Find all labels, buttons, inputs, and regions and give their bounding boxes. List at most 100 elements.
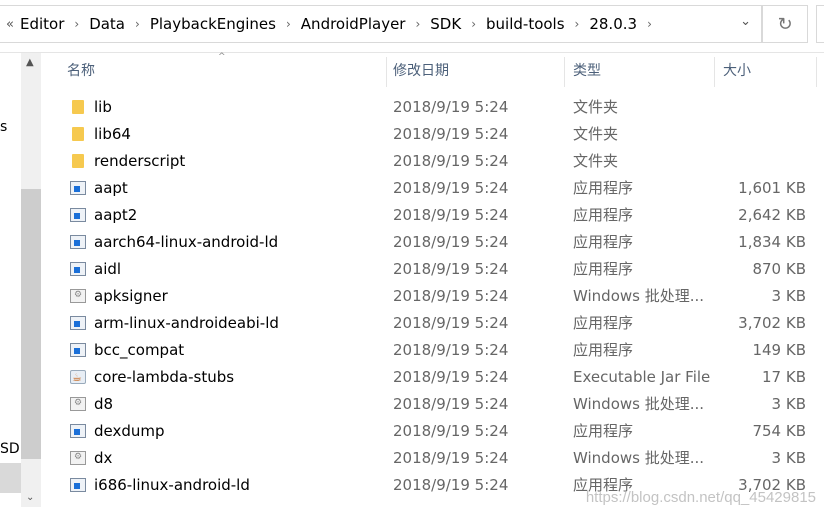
file-row[interactable]: lib 2018/9/19 5:24 文件夹 [43, 94, 824, 121]
file-size: 870 KB [752, 260, 806, 278]
overflow-chevron[interactable]: « [6, 17, 14, 32]
file-name: dx [94, 449, 113, 467]
file-name: core-lambda-stubs [94, 368, 235, 386]
folder-icon [72, 127, 84, 141]
refresh-button[interactable]: ↻ [762, 5, 808, 43]
file-name: bcc_compat [94, 341, 185, 359]
file-row[interactable]: d8 2018/9/19 5:24 Windows 批处理... 3 KB [43, 390, 824, 418]
breadcrumb-item[interactable]: build-tools [486, 15, 565, 33]
column-type[interactable]: 类型 [565, 57, 715, 87]
file-date: 2018/9/19 5:24 [393, 449, 509, 467]
file-size: 3 KB [771, 449, 806, 467]
breadcrumb-item[interactable]: AndroidPlayer [301, 15, 406, 33]
scrollbar-thumb[interactable] [21, 189, 41, 459]
file-row[interactable]: dexdump 2018/9/19 5:24 应用程序 754 KB [43, 418, 824, 445]
chevron-right-icon[interactable]: › [575, 17, 580, 31]
file-date: 2018/9/19 5:24 [393, 368, 509, 386]
file-name: aidl [94, 260, 122, 278]
file-name: d8 [94, 395, 114, 413]
file-size: 754 KB [752, 422, 806, 440]
chevron-right-icon[interactable]: › [415, 17, 420, 31]
file-type: 应用程序 [573, 179, 634, 197]
column-header: 名称 修改日期 类型 大小 [43, 57, 824, 87]
breadcrumb-item[interactable]: Data [89, 15, 125, 33]
file-row[interactable]: aapt 2018/9/19 5:24 应用程序 1,601 KB [43, 175, 824, 202]
file-type: Executable Jar File [573, 368, 711, 386]
file-type: Windows 批处理... [573, 449, 705, 467]
application-icon [70, 235, 86, 249]
file-row[interactable]: core-lambda-stubs 2018/9/19 5:24 Executa… [43, 364, 824, 391]
file-size: 3 KB [771, 287, 806, 305]
file-name: arm-linux-androideabi-ld [94, 314, 279, 332]
chevron-right-icon[interactable]: › [135, 17, 140, 31]
file-date: 2018/9/19 5:24 [393, 233, 509, 251]
chevron-right-icon[interactable]: › [647, 17, 652, 31]
file-name: lib64 [94, 125, 131, 143]
file-row[interactable]: aarch64-linux-android-ld 2018/9/19 5:24 … [43, 229, 824, 256]
file-row[interactable]: apksigner 2018/9/19 5:24 Windows 批处理... … [43, 282, 824, 310]
file-name: dexdump [94, 422, 165, 440]
file-type: 应用程序 [573, 206, 634, 224]
breadcrumb-item[interactable]: PlaybackEngines [150, 15, 276, 33]
search-box-edge[interactable] [816, 5, 824, 43]
file-type: Windows 批处理... [573, 287, 705, 305]
breadcrumb-item[interactable]: SDK [430, 15, 461, 33]
application-icon [70, 424, 86, 438]
jar-file-icon [70, 364, 86, 391]
nav-scrollbar[interactable]: ▲ ⌄ [21, 53, 41, 507]
file-name: aapt2 [94, 206, 138, 224]
application-icon [70, 343, 86, 357]
application-icon [70, 181, 86, 195]
file-type: 文件夹 [573, 125, 619, 143]
column-name[interactable]: 名称 [59, 57, 387, 87]
file-type: 文件夹 [573, 152, 619, 170]
file-row[interactable]: bcc_compat 2018/9/19 5:24 应用程序 149 KB [43, 337, 824, 364]
file-row[interactable]: aidl 2018/9/19 5:24 应用程序 870 KB [43, 256, 824, 283]
file-name: lib [94, 98, 112, 116]
chevron-down-icon[interactable]: ⌄ [740, 14, 751, 29]
file-row[interactable]: arm-linux-androideabi-ld 2018/9/19 5:24 … [43, 310, 824, 337]
file-row[interactable]: aapt2 2018/9/19 5:24 应用程序 2,642 KB [43, 202, 824, 229]
file-size: 149 KB [752, 341, 806, 359]
column-size[interactable]: 大小 [715, 57, 817, 87]
file-date: 2018/9/19 5:24 [393, 152, 509, 170]
file-size: 3,702 KB [738, 314, 806, 332]
scroll-up-icon[interactable]: ▲ [26, 57, 34, 68]
file-size: 3 KB [771, 395, 806, 413]
application-icon [70, 316, 86, 330]
column-date[interactable]: 修改日期 [385, 57, 565, 87]
file-row[interactable]: dx 2018/9/19 5:24 Windows 批处理... 3 KB [43, 444, 824, 472]
address-bar[interactable]: « Editor › Data › PlaybackEngines › AndroidPla… [0, 5, 762, 43]
nav-item-partial[interactable]: s [0, 119, 7, 135]
folder-icon [72, 100, 84, 114]
file-name: i686-linux-android-ld [94, 476, 250, 494]
file-row[interactable]: lib64 2018/9/19 5:24 文件夹 [43, 121, 824, 148]
file-name: aapt [94, 179, 128, 197]
file-date: 2018/9/19 5:24 [393, 179, 509, 197]
nav-item-selected[interactable] [0, 463, 21, 493]
file-name: aarch64-linux-android-ld [94, 233, 279, 251]
breadcrumb-item[interactable]: Editor [20, 15, 64, 33]
chevron-right-icon[interactable]: › [286, 17, 291, 31]
file-date: 2018/9/19 5:24 [393, 341, 509, 359]
file-type: 应用程序 [573, 341, 634, 359]
file-type: 应用程序 [573, 314, 634, 332]
breadcrumb-item[interactable]: 28.0.3 [589, 15, 637, 33]
scroll-down-icon[interactable]: ⌄ [26, 492, 34, 503]
batch-file-icon [70, 444, 86, 471]
refresh-icon: ↻ [777, 13, 793, 35]
file-size: 1,601 KB [738, 179, 806, 197]
file-date: 2018/9/19 5:24 [393, 260, 509, 278]
watermark: https://blog.csdn.net/qq_45429815 [585, 489, 816, 506]
file-type: 应用程序 [573, 260, 634, 278]
file-date: 2018/9/19 5:24 [393, 98, 509, 116]
file-size: 1,834 KB [738, 233, 806, 251]
file-size: 17 KB [762, 368, 806, 386]
chevron-right-icon[interactable]: › [471, 17, 476, 31]
file-name: renderscript [94, 152, 186, 170]
file-row[interactable]: renderscript 2018/9/19 5:24 文件夹 [43, 148, 824, 175]
navigation-pane: s SD ( [0, 53, 30, 518]
chevron-right-icon[interactable]: › [74, 17, 79, 31]
application-icon [70, 208, 86, 222]
file-date: 2018/9/19 5:24 [393, 125, 509, 143]
